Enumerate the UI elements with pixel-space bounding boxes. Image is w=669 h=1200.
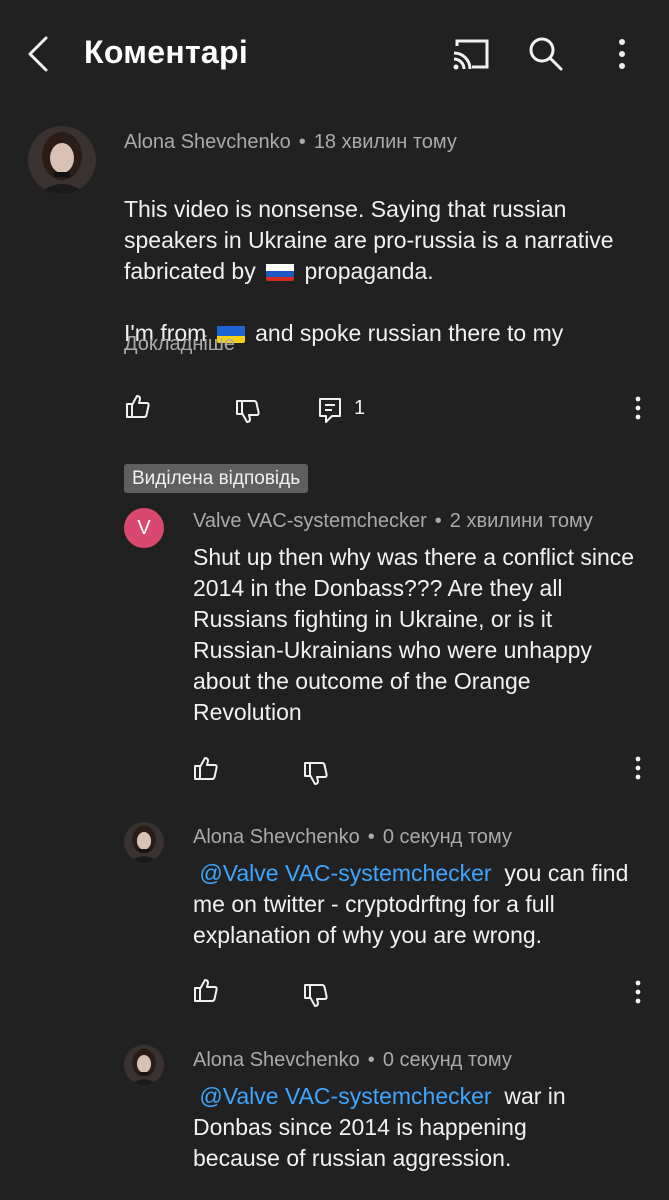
avatar[interactable]	[124, 1045, 164, 1085]
comment-text-part: and spoke russian there to my	[248, 320, 564, 346]
author-name[interactable]: Alona Shevchenko	[124, 131, 291, 153]
profile-photo-icon	[124, 822, 164, 862]
meta-separator: •	[298, 131, 306, 153]
user-mention[interactable]: @Valve VAC-systemchecker	[199, 1083, 491, 1109]
russia-flag-icon	[266, 261, 295, 281]
reply-meta: Valve VAC-systemchecker • 2 хвилини тому	[193, 510, 593, 533]
author-name[interactable]: Valve VAC-systemchecker	[193, 510, 427, 532]
reply-button[interactable]	[314, 394, 346, 426]
search-button[interactable]	[524, 32, 568, 76]
back-button[interactable]	[20, 30, 60, 78]
more-vert-icon	[635, 756, 641, 780]
dislike-button[interactable]	[232, 396, 264, 428]
thumbs-down-icon	[304, 762, 328, 785]
reply-text: @Valve VAC-systemchecker you can find me…	[193, 858, 633, 951]
search-icon	[529, 37, 563, 71]
more-options-button[interactable]	[600, 32, 644, 76]
author-name[interactable]: Alona Shevchenko	[193, 1049, 360, 1071]
thumbs-down-icon	[236, 400, 260, 423]
thumbs-up-icon	[126, 395, 150, 418]
timestamp: 2 хвилини тому	[449, 510, 593, 532]
reply-text: Shut up then why was there a conflict si…	[193, 544, 635, 725]
cast-button[interactable]	[448, 32, 492, 76]
thumbs-up-icon	[194, 979, 218, 1002]
reply-count[interactable]: 1	[354, 397, 365, 420]
timestamp: 0 секунд тому	[382, 826, 512, 848]
thumbs-up-icon	[194, 757, 218, 780]
avatar[interactable]: V	[124, 508, 164, 548]
back-chevron-icon	[28, 36, 48, 72]
profile-photo-icon	[28, 126, 96, 194]
more-vert-icon	[635, 396, 641, 420]
comment-text: This video is nonsense. Saying that russ…	[124, 163, 624, 287]
comment-meta: Alona Shevchenko • 18 хвилин тому	[124, 131, 457, 154]
like-button[interactable]	[190, 752, 222, 784]
highlighted-reply-badge: Виділена відповідь	[124, 464, 309, 493]
reply-more-button[interactable]	[626, 976, 650, 1008]
reply-meta: Alona Shevchenko • 0 секунд тому	[193, 1049, 512, 1072]
reply-more-button[interactable]	[626, 752, 650, 784]
page-title: Коментарі	[84, 34, 249, 70]
avatar[interactable]	[28, 126, 96, 194]
author-name[interactable]: Alona Shevchenko	[193, 826, 360, 848]
meta-separator: •	[367, 1049, 375, 1071]
comment-icon	[319, 398, 341, 423]
avatar[interactable]	[124, 822, 164, 862]
top-app-bar: Коментарі	[0, 0, 669, 110]
more-vert-icon	[619, 39, 625, 69]
comment-more-button[interactable]	[626, 392, 650, 424]
cast-icon	[453, 39, 489, 70]
meta-separator: •	[434, 510, 442, 532]
reply-meta: Alona Shevchenko • 0 секунд тому	[193, 826, 512, 849]
dislike-button[interactable]	[300, 758, 332, 790]
profile-photo-icon	[124, 1045, 164, 1085]
dislike-button[interactable]	[300, 980, 332, 1012]
reply-text: @Valve VAC-systemchecker war in Donbas s…	[193, 1081, 613, 1174]
read-more-link[interactable]: Докладніше	[124, 333, 235, 356]
timestamp: 18 хвилин тому	[313, 131, 457, 153]
comment-text-part: propaganda.	[298, 258, 434, 284]
thumbs-down-icon	[304, 984, 328, 1007]
like-button[interactable]	[190, 974, 222, 1006]
meta-separator: •	[367, 826, 375, 848]
like-button[interactable]	[122, 390, 154, 422]
more-vert-icon	[635, 980, 641, 1004]
user-mention[interactable]: @Valve VAC-systemchecker	[199, 860, 491, 886]
timestamp: 0 секунд тому	[382, 1049, 512, 1071]
